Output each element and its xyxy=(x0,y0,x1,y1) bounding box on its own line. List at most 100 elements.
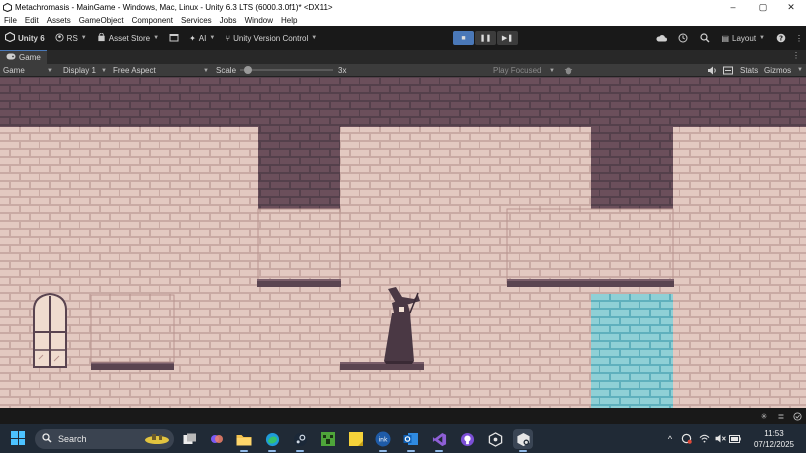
layout-label: Layout xyxy=(732,33,757,43)
unity-editor-icon[interactable] xyxy=(513,429,533,452)
audio-mute-icon[interactable] xyxy=(707,66,717,77)
package-button[interactable] xyxy=(164,30,184,46)
gizmos-button[interactable]: Gizmos xyxy=(764,66,791,75)
stats-button[interactable]: Stats xyxy=(740,66,758,75)
file-explorer-icon[interactable] xyxy=(234,429,254,452)
steam-icon[interactable] xyxy=(290,429,310,452)
bug-icon[interactable] xyxy=(564,66,573,77)
shortcut-icon[interactable] xyxy=(723,66,733,77)
menu-services[interactable]: Services xyxy=(177,16,216,25)
asset-store-dropdown[interactable]: Asset Store ▼ xyxy=(92,30,164,46)
tab-game[interactable]: Game xyxy=(0,50,47,64)
chevron-down-icon: ▼ xyxy=(203,67,209,74)
aspect-label: Free Aspect xyxy=(113,66,156,75)
game-mode-label: Game xyxy=(3,66,25,75)
scale-slider-knob[interactable] xyxy=(243,66,252,74)
taskbar-search[interactable]: Search xyxy=(35,429,174,449)
scale-slider[interactable] xyxy=(240,66,333,74)
game-scene xyxy=(0,77,806,408)
cloud-icon[interactable] xyxy=(650,34,672,42)
game-mode-dropdown[interactable]: Game ▼ xyxy=(0,64,56,77)
arched-window xyxy=(33,292,67,368)
menu-help[interactable]: Help xyxy=(277,16,301,25)
water-column xyxy=(591,294,673,408)
menu-gameobject[interactable]: GameObject xyxy=(75,16,128,25)
account-label: RS xyxy=(66,33,78,43)
gamepad-icon xyxy=(6,53,16,62)
search-icon[interactable] xyxy=(694,33,716,43)
step-button[interactable]: ▶❚ xyxy=(497,31,518,45)
windows-start-icon[interactable] xyxy=(11,431,25,445)
chevron-up-icon[interactable]: ^ xyxy=(664,434,676,444)
chevron-down-icon: ▼ xyxy=(549,67,555,74)
ceiling-band xyxy=(0,77,806,127)
menu-window[interactable]: Window xyxy=(241,16,277,25)
search-icon xyxy=(42,433,52,445)
minimize-button[interactable]: – xyxy=(718,0,748,14)
toolbar-right: ▤ Layout ▼ ? ⋮ xyxy=(650,26,806,50)
unity-hub-icon[interactable] xyxy=(485,429,505,449)
os-taskbar: Search ink ^ 11:53 07/12/2025 xyxy=(0,424,806,453)
search-highlight-icon xyxy=(144,432,170,448)
menu-edit[interactable]: Edit xyxy=(21,16,43,25)
version-control-label: Unity Version Control xyxy=(233,33,309,43)
display-dropdown[interactable]: Display 1 ▼ xyxy=(60,64,110,77)
account-dropdown[interactable]: RS ▼ xyxy=(50,30,92,46)
menu-assets[interactable]: Assets xyxy=(43,16,75,25)
unity-logo-icon xyxy=(2,2,12,12)
edge-icon[interactable] xyxy=(262,429,282,452)
stop-button[interactable]: ■ xyxy=(453,31,474,45)
chevron-down-icon: ▼ xyxy=(101,67,107,74)
sparkle-icon: ✦ xyxy=(189,33,196,43)
menu-file[interactable]: File xyxy=(0,16,21,25)
pause-button[interactable]: ❚❚ xyxy=(475,31,496,45)
outlook-icon[interactable] xyxy=(401,429,421,452)
window-title: Metachromasis - MainGame - Windows, Mac,… xyxy=(15,2,333,12)
layout-dropdown[interactable]: ▤ Layout ▼ xyxy=(716,30,770,46)
version-control-dropdown[interactable]: ⑂ Unity Version Control ▼ xyxy=(220,30,322,46)
display-label: Display 1 xyxy=(63,66,96,75)
branch-icon: ⑂ xyxy=(225,33,231,43)
dark-pillar-right xyxy=(591,127,673,209)
close-button[interactable]: ✕ xyxy=(776,0,806,14)
tab-options-icon[interactable]: ⋮ xyxy=(792,51,800,60)
chevron-down-icon[interactable]: ▼ xyxy=(797,67,803,73)
clock-date: 07/12/2025 xyxy=(753,440,795,449)
chevron-down-icon: ▼ xyxy=(80,35,87,41)
asset-store-icon xyxy=(97,32,106,44)
menu-jobs[interactable]: Jobs xyxy=(216,16,241,25)
bug-icon[interactable]: ✳ xyxy=(759,411,769,421)
network-icon[interactable]: ≣ xyxy=(776,411,786,421)
search-placeholder: Search xyxy=(58,434,87,444)
help-icon[interactable]: ? xyxy=(770,33,792,43)
sticky-notes-icon[interactable] xyxy=(346,429,366,449)
system-clock[interactable]: 11:53 07/12/2025 xyxy=(748,428,800,450)
visual-studio-icon[interactable] xyxy=(429,429,449,452)
history-icon[interactable] xyxy=(672,33,694,43)
maximize-button[interactable]: ▢ xyxy=(748,0,778,14)
github-icon[interactable] xyxy=(457,429,477,449)
more-options-icon[interactable]: ⋮ xyxy=(792,34,806,43)
task-view-icon[interactable] xyxy=(180,429,200,449)
check-icon[interactable] xyxy=(792,411,802,421)
aspect-dropdown[interactable]: Free Aspect ▼ xyxy=(110,64,212,77)
chevron-down-icon: ▼ xyxy=(759,35,765,41)
unity-menu-button[interactable]: Unity 6 xyxy=(0,30,50,46)
unity-label: Unity 6 xyxy=(18,33,45,43)
game-viewport[interactable] xyxy=(0,77,806,408)
play-focused-dropdown[interactable]: Play Focused ▼ xyxy=(490,64,558,77)
battery-icon[interactable] xyxy=(728,434,742,443)
wifi-icon[interactable] xyxy=(696,434,712,443)
clock-time: 11:53 xyxy=(764,429,784,438)
menu-bar: File Edit Assets GameObject Component Se… xyxy=(0,14,806,26)
volume-muted-icon[interactable] xyxy=(712,434,728,443)
sync-error-icon[interactable] xyxy=(676,433,696,444)
minecraft-icon[interactable] xyxy=(318,429,338,449)
scale-value: 3x xyxy=(338,65,347,75)
chevron-down-icon: ▼ xyxy=(209,35,216,41)
copilot-icon[interactable] xyxy=(207,429,227,449)
menu-component[interactable]: Component xyxy=(128,16,177,25)
game-view-toolbar: Game ▼ Display 1 ▼ Free Aspect ▼ Scale 3… xyxy=(0,64,806,77)
ai-dropdown[interactable]: ✦ AI ▼ xyxy=(184,30,220,46)
ink-icon[interactable]: ink xyxy=(373,429,393,452)
